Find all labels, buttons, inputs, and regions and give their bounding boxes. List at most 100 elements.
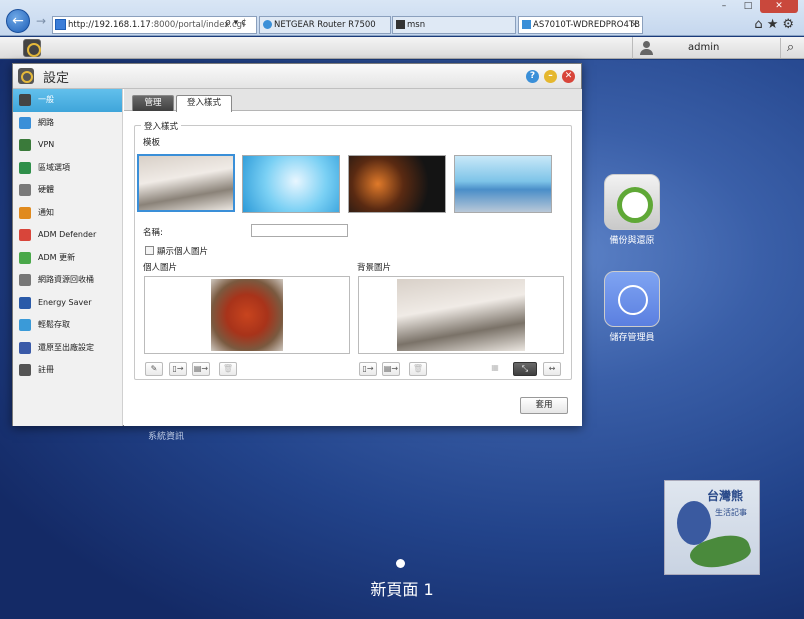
maximize-window-button[interactable]: □	[736, 0, 760, 13]
arrow-up-icon	[19, 251, 31, 264]
fit-mode-button[interactable]: ↔	[543, 362, 561, 376]
background-image-label: 背景圖片	[357, 263, 392, 273]
close-window-button[interactable]: ✕	[760, 0, 798, 13]
vpn-icon	[19, 139, 31, 151]
firewall-icon	[19, 229, 31, 241]
sidebar-item-label: 註冊	[38, 365, 54, 374]
sidebar-item-general[interactable]: 一般	[13, 89, 122, 112]
import-icon: ▯→	[172, 364, 184, 373]
wrench-icon	[19, 184, 31, 196]
sidebar-item-network[interactable]: 網路	[13, 112, 122, 135]
home-icon[interactable]: ⌂	[754, 17, 766, 32]
close-tab-icon[interactable]: ×	[630, 17, 638, 33]
backup-restore-icon	[604, 174, 660, 230]
grid-icon: ▦	[491, 363, 499, 372]
minimize-window-button[interactable]: –	[712, 0, 736, 13]
tab-label: msn	[407, 20, 426, 30]
background-image-box	[358, 276, 564, 354]
desktop-label-system-info[interactable]: 系統資訊	[148, 429, 184, 442]
close-button[interactable]: ✕	[562, 70, 575, 83]
template-thumbnail[interactable]	[454, 155, 552, 213]
tab-msn[interactable]: msn	[392, 16, 516, 34]
page-indicator-dot[interactable]	[396, 559, 405, 568]
sidebar-item-factory-reset[interactable]: 還原至出廠設定	[13, 337, 122, 360]
watermark-logo: 台灣熊 生活記事	[664, 480, 760, 576]
bg-import-from-nas-button[interactable]: ▤→	[382, 362, 400, 376]
sidebar-item-energy-saver[interactable]: Energy Saver	[13, 292, 122, 315]
bg-import-button[interactable]: ▯→	[359, 362, 377, 376]
site-icon	[55, 19, 66, 30]
tile-mode-button[interactable]: ▦	[486, 362, 504, 376]
search-icon[interactable]: ⌕	[780, 38, 800, 58]
desktop-icon-backup[interactable]: 備份與還原	[597, 174, 667, 246]
background-image	[397, 279, 525, 351]
delete-button[interactable]: 🗑	[219, 362, 237, 376]
tab-login-style[interactable]: 登入樣式	[176, 95, 232, 112]
sidebar-item-regional[interactable]: 區域選項	[13, 157, 122, 180]
gear-icon[interactable]: ⚙	[782, 17, 798, 32]
stretch-mode-button[interactable]: ⤡	[513, 362, 537, 376]
adm-taskbar: admin ⌕	[0, 37, 804, 59]
window-title: 設定	[43, 71, 70, 86]
import-from-nas-button[interactable]: ▤→	[192, 362, 210, 376]
back-button[interactable]: ←	[6, 9, 30, 33]
show-personal-checkbox[interactable]	[145, 246, 154, 255]
desktop-icon-label: 備份與還原	[609, 236, 655, 246]
sidebar-item-registration[interactable]: 註冊	[13, 359, 122, 382]
user-icon[interactable]	[640, 41, 653, 55]
settings-window: 設定 ? – ✕ 一般 網路 VPN 區域選項 硬體 通知 ADM Defend…	[12, 63, 582, 426]
desktop-icon-label: 儲存管理員	[609, 333, 655, 343]
desktop-icon-storage[interactable]: 儲存管理員	[597, 271, 667, 343]
section-legend: 登入樣式	[141, 120, 182, 132]
sidebar-item-label: VPN	[38, 140, 55, 149]
sidebar-item-label: ADM Defender	[38, 230, 97, 239]
name-label: 名稱:	[143, 228, 163, 238]
fit-icon: ↔	[548, 364, 556, 373]
tab-netgear[interactable]: NETGEAR Router R7500	[259, 16, 391, 34]
sidebar-item-label: 輕鬆存取	[38, 320, 70, 329]
bg-delete-button[interactable]: 🗑	[409, 362, 427, 376]
sidebar-item-recycle-bin[interactable]: 網路資源回收桶	[13, 269, 122, 292]
sidebar-item-adm-defender[interactable]: ADM Defender	[13, 224, 122, 247]
minimize-button[interactable]: –	[544, 70, 557, 83]
favorites-icon[interactable]: ★	[767, 17, 783, 32]
browser-toolbar: ← → http://192.168.1.17:8000/portal/inde…	[0, 0, 804, 36]
show-personal-label: 顯示個人圖片	[157, 247, 209, 257]
username[interactable]: admin	[688, 42, 719, 53]
nas-import-icon: ▤→	[383, 364, 399, 373]
edit-button[interactable]: ✎	[145, 362, 163, 376]
personal-image-label: 個人圖片	[143, 263, 178, 273]
address-tools[interactable]: ρ ▾ ¢	[225, 18, 247, 28]
sidebar-item-vpn[interactable]: VPN	[13, 134, 122, 157]
settings-sidebar: 一般 網路 VPN 區域選項 硬體 通知 ADM Defender ADM 更新…	[13, 89, 123, 426]
window-titlebar[interactable]: 設定 ? – ✕	[13, 64, 581, 89]
template-thumbnail[interactable]	[348, 155, 446, 213]
sidebar-item-notification[interactable]: 通知	[13, 202, 122, 225]
sidebar-item-label: 還原至出廠設定	[38, 342, 94, 352]
edit-icon: ✎	[150, 364, 158, 373]
tab-asustor[interactable]: AS7010T-WDREDPRO4TB ×	[518, 16, 643, 34]
stretch-icon: ⤡	[521, 364, 529, 373]
help-button[interactable]: ?	[526, 70, 539, 83]
sidebar-item-adm-update[interactable]: ADM 更新	[13, 247, 122, 270]
template-thumbnail[interactable]	[242, 155, 340, 213]
window-controls: – □ ✕	[712, 0, 798, 14]
general-icon	[19, 94, 31, 106]
tab-management[interactable]: 管理	[132, 95, 174, 111]
sidebar-item-hardware[interactable]: 硬體	[13, 179, 122, 202]
template-thumbnail[interactable]	[137, 154, 235, 212]
trash-icon: 🗑	[412, 364, 424, 373]
import-button[interactable]: ▯→	[169, 362, 187, 376]
trash-icon	[19, 274, 31, 286]
apply-button[interactable]: 套用	[520, 397, 568, 414]
content-tabbar: 管理 登入樣式	[124, 89, 582, 112]
name-input[interactable]	[251, 224, 348, 237]
sidebar-item-easy-access[interactable]: 輕鬆存取	[13, 314, 122, 337]
sidebar-item-label: Energy Saver	[38, 297, 92, 307]
ie-icon	[263, 20, 272, 29]
register-icon	[19, 364, 31, 376]
forward-button[interactable]: →	[34, 14, 48, 28]
adm-home-icon[interactable]	[23, 39, 41, 57]
alert-icon	[19, 206, 31, 219]
personal-image-box	[144, 276, 350, 354]
